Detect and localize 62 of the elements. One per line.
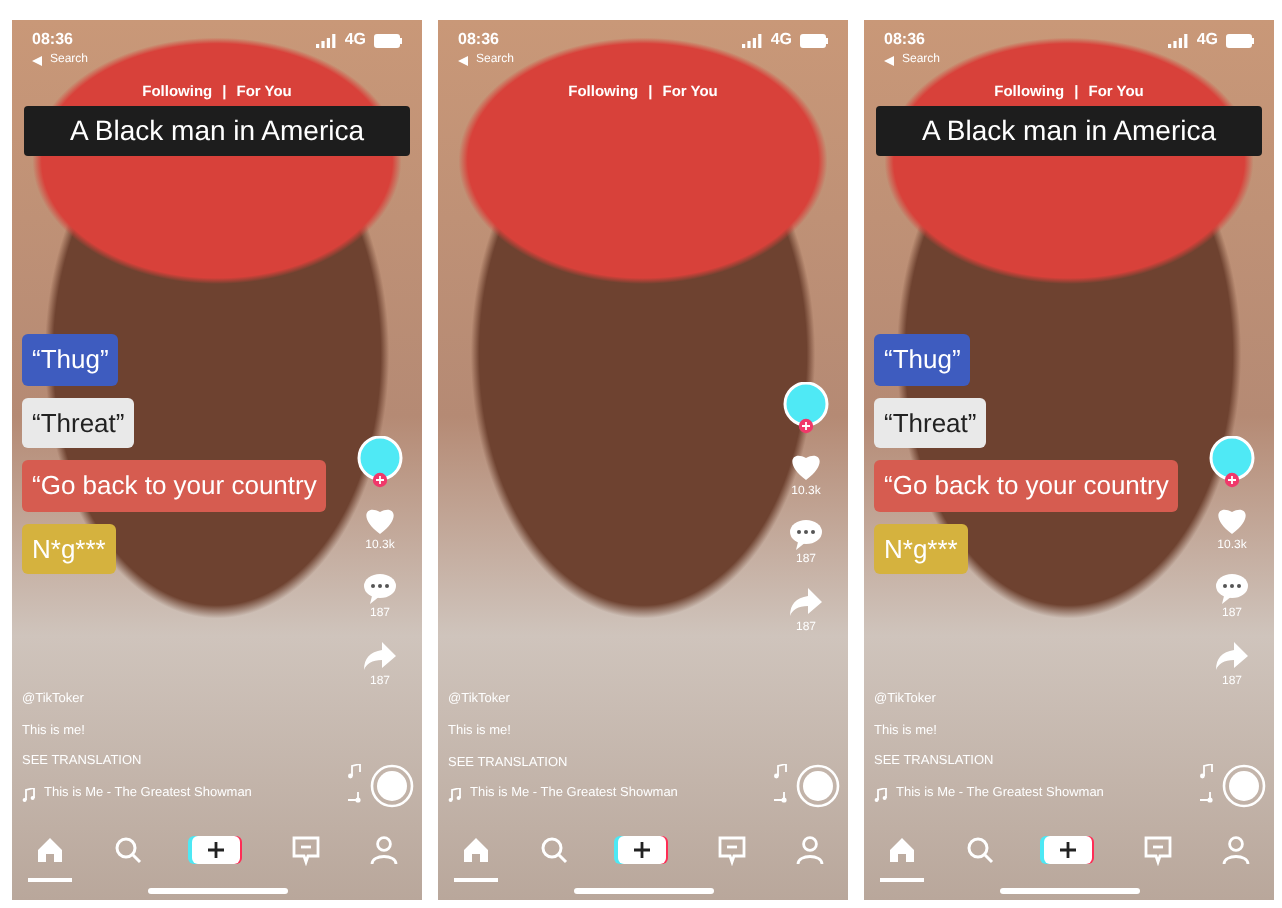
music-note-icon — [22, 787, 36, 802]
signal-icon — [316, 33, 337, 47]
battery-icon — [1226, 33, 1254, 47]
music-note-icon — [874, 787, 888, 802]
home-icon — [34, 833, 67, 866]
comment-icon[interactable] — [788, 518, 824, 551]
search-icon — [111, 833, 144, 866]
word-label: N*g*** — [22, 523, 116, 575]
back-arrow-icon — [32, 56, 42, 66]
plus-icon — [188, 833, 245, 866]
word-label: “Thug” — [874, 334, 971, 386]
word-label: “Go back to your country — [22, 460, 327, 512]
word-label: “Go back to your country — [874, 460, 1179, 512]
record-disc-icon[interactable] — [1222, 764, 1266, 808]
video-caption: A Black man in America — [876, 106, 1262, 157]
music-notes-icon — [1198, 764, 1214, 808]
home-indicator — [147, 888, 287, 894]
home-icon — [886, 833, 919, 866]
comment-icon[interactable] — [362, 572, 398, 605]
back-arrow-icon — [458, 56, 468, 66]
person-icon — [793, 833, 826, 866]
word-label: “Threat” — [22, 397, 135, 449]
avatar-icon[interactable] — [782, 382, 830, 435]
person-icon — [1219, 833, 1252, 866]
comment-icon[interactable] — [1214, 572, 1250, 605]
signal-icon — [742, 33, 763, 47]
network-label: 4G — [1196, 28, 1218, 52]
home-icon — [460, 833, 493, 866]
status-time: 08:36 — [458, 28, 499, 52]
plus-icon — [614, 833, 671, 866]
signal-icon — [1168, 33, 1189, 47]
video-caption: A Black man in America — [24, 106, 410, 157]
music-notes-icon — [772, 764, 788, 808]
home-indicator — [999, 888, 1139, 894]
share-arrow-icon[interactable] — [1214, 640, 1250, 673]
home-indicator — [573, 888, 713, 894]
share-arrow-icon[interactable] — [362, 640, 398, 673]
heart-icon[interactable] — [788, 450, 824, 483]
search-icon — [537, 833, 570, 866]
music-notes-icon — [346, 764, 362, 808]
word-label: “Thug” — [22, 334, 119, 386]
music-note-icon — [448, 787, 462, 802]
network-label: 4G — [344, 28, 366, 52]
network-label: 4G — [770, 28, 792, 52]
status-time: 08:36 — [884, 28, 925, 52]
word-label: N*g*** — [874, 523, 968, 575]
share-arrow-icon[interactable] — [788, 586, 824, 619]
status-time: 08:36 — [32, 28, 73, 52]
back-arrow-icon — [884, 56, 894, 66]
record-disc-icon[interactable] — [796, 764, 840, 808]
message-icon — [1142, 833, 1175, 866]
message-icon — [716, 833, 749, 866]
word-label: “Threat” — [874, 397, 987, 449]
avatar-icon[interactable] — [1208, 436, 1256, 489]
record-disc-icon[interactable] — [370, 764, 414, 808]
message-icon — [290, 833, 323, 866]
person-icon — [367, 833, 400, 866]
avatar-icon[interactable] — [356, 436, 404, 489]
plus-icon — [1040, 833, 1097, 866]
search-icon — [963, 833, 996, 866]
battery-icon — [800, 33, 828, 47]
battery-icon — [374, 33, 402, 47]
